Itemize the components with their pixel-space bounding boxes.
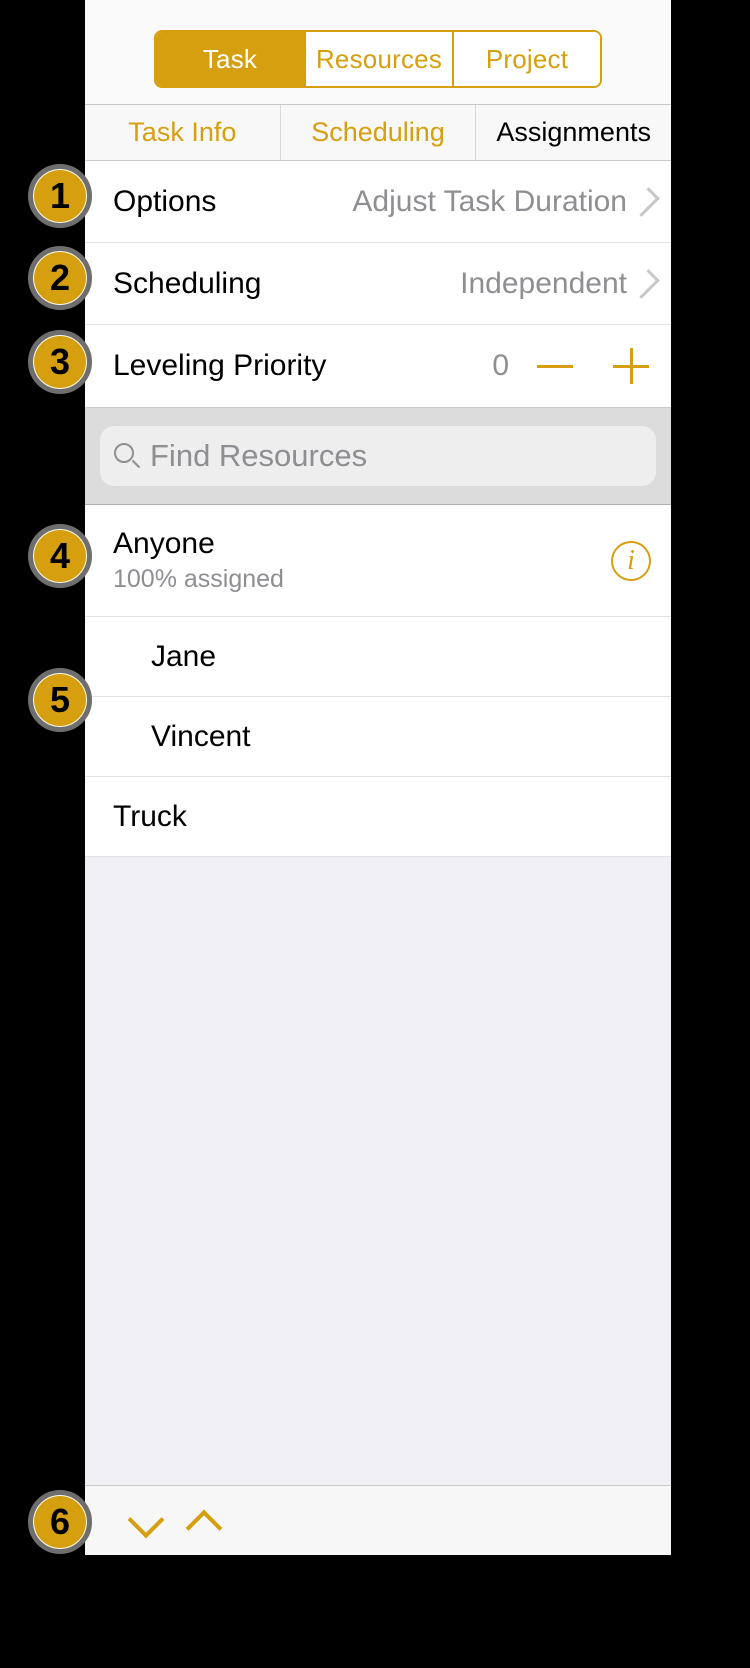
empty-area — [85, 857, 671, 1485]
subtab-scheduling[interactable]: Scheduling — [281, 105, 477, 160]
chevron-right-icon — [630, 187, 660, 217]
row-options-label: Options — [113, 185, 216, 219]
row-scheduling-value: Independent — [261, 267, 627, 301]
search-icon — [114, 443, 140, 469]
row-leveling-label: Leveling Priority — [113, 349, 326, 383]
callout-badge: 5 — [28, 668, 92, 732]
callout-badge: 3 — [28, 330, 92, 394]
resource-name: Truck — [113, 800, 187, 834]
row-scheduling[interactable]: Scheduling Independent — [85, 243, 671, 325]
search-placeholder: Find Resources — [150, 438, 367, 474]
resource-item-vincent[interactable]: Vincent — [85, 697, 671, 777]
row-scheduling-label: Scheduling — [113, 267, 261, 301]
segment-resources[interactable]: Resources — [304, 32, 452, 86]
minus-icon — [537, 365, 573, 368]
chevron-right-icon — [630, 269, 660, 299]
search-input[interactable]: Find Resources — [100, 426, 656, 486]
chevron-up-icon[interactable] — [187, 1505, 219, 1537]
bottom-toolbar — [85, 1485, 671, 1555]
search-section: Find Resources — [85, 408, 671, 505]
resource-list: Anyone 100% assigned i Jane Vincent Truc… — [85, 505, 671, 857]
resource-item-truck[interactable]: Truck — [85, 777, 671, 857]
resource-group-anyone[interactable]: Anyone 100% assigned i — [85, 505, 671, 617]
leveling-stepper — [533, 344, 653, 388]
row-leveling-value: 0 — [326, 349, 509, 383]
resource-subtitle: 100% assigned — [113, 565, 284, 594]
resource-name: Jane — [151, 640, 216, 674]
resource-name: Anyone — [113, 527, 284, 561]
info-icon[interactable]: i — [611, 541, 651, 581]
resource-name: Vincent — [151, 720, 251, 754]
row-options[interactable]: Options Adjust Task Duration — [85, 161, 671, 243]
subtab-task-info[interactable]: Task Info — [85, 105, 281, 160]
settings-section: Options Adjust Task Duration Scheduling … — [85, 161, 671, 408]
stepper-plus-button[interactable] — [609, 344, 653, 388]
stepper-minus-button[interactable] — [533, 344, 577, 388]
plus-icon — [630, 348, 633, 384]
callout-badge: 6 — [28, 1490, 92, 1554]
callout-badge: 4 — [28, 524, 92, 588]
chevron-down-icon[interactable] — [129, 1505, 161, 1537]
subtab-bar: Task Info Scheduling Assignments — [85, 105, 671, 161]
row-options-value: Adjust Task Duration — [216, 185, 627, 219]
segmented-control: Task Resources Project — [154, 30, 602, 88]
callout-badge: 2 — [28, 246, 92, 310]
resource-item-jane[interactable]: Jane — [85, 617, 671, 697]
subtab-assignments[interactable]: Assignments — [476, 105, 671, 160]
segment-task[interactable]: Task — [156, 32, 304, 86]
segment-project[interactable]: Project — [452, 32, 600, 86]
callout-badge: 1 — [28, 164, 92, 228]
row-leveling-priority: Leveling Priority 0 — [85, 325, 671, 407]
header: Task Resources Project — [85, 0, 671, 105]
inspector-panel: Task Resources Project Task Info Schedul… — [85, 0, 671, 1555]
